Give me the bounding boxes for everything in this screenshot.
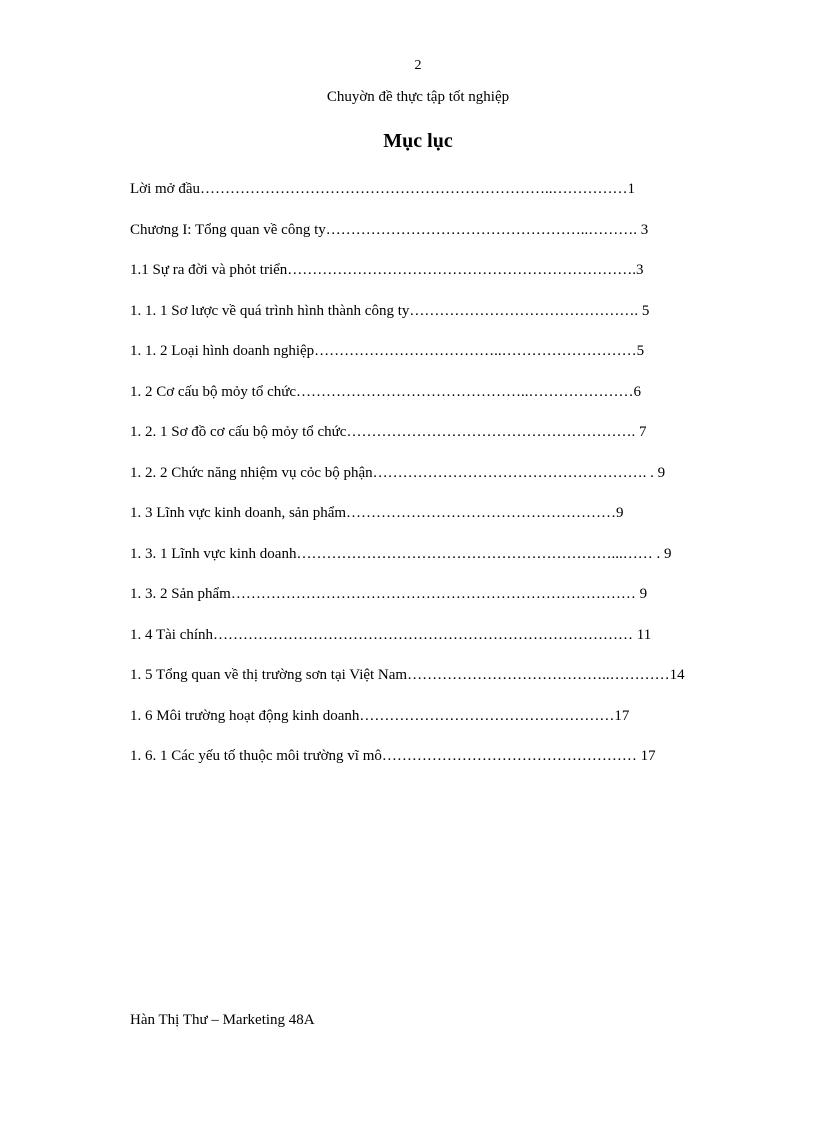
page-footer: Hàn Thị Thư – Marketing 48A	[130, 1012, 315, 1029]
toc-entry: 1. 3. 2 Sản phẩm…………………………………………………………………	[130, 583, 706, 606]
toc-entry: Lời mở đầu……………………………………………………………..………………	[130, 178, 706, 201]
toc-entry: 1. 2. 2 Chức năng nhiệm vụ cỏc bộ phận………	[130, 462, 706, 485]
document-subtitle: Chuyờn đề thực tập tốt nghiệp	[130, 89, 706, 106]
toc-title: Mục lục	[130, 130, 706, 153]
toc-entry: 1.1 Sự ra đời và phỏt triển……………………………………	[130, 259, 706, 282]
toc-entry: 1. 1. 1 Sơ lược về quá trình hình thành …	[130, 300, 706, 323]
toc-entry: Chương I: Tổng quan về công ty……………………………	[130, 219, 706, 242]
toc-entry: 1. 2 Cơ cấu bộ mỏy tổ chức………………………………………	[130, 381, 706, 404]
toc-entry: 1. 4 Tài chính………………………………………………………………………	[130, 624, 706, 647]
page-number: 2	[130, 58, 706, 74]
toc-entry: 1. 2. 1 Sơ đồ cơ cấu bộ mỏy tổ chức………………	[130, 421, 706, 444]
toc-entry: 1. 3 Lĩnh vực kinh doanh, sản phẩm…………………	[130, 502, 706, 525]
toc-entry: 1. 1. 2 Loại hình doanh nghiệp……………………………	[130, 340, 706, 363]
toc-entry: 1. 6 Môi trường hoạt động kinh doanh……………	[130, 705, 706, 728]
toc-entry: 1. 6. 1 Các yếu tố thuộc môi trường vĩ m…	[130, 745, 706, 768]
toc-entry: 1. 5 Tổng quan về thị trường sơn tại Việ…	[130, 664, 706, 687]
toc-entry: 1. 3. 1 Lĩnh vực kinh doanh……………………………………	[130, 543, 706, 566]
